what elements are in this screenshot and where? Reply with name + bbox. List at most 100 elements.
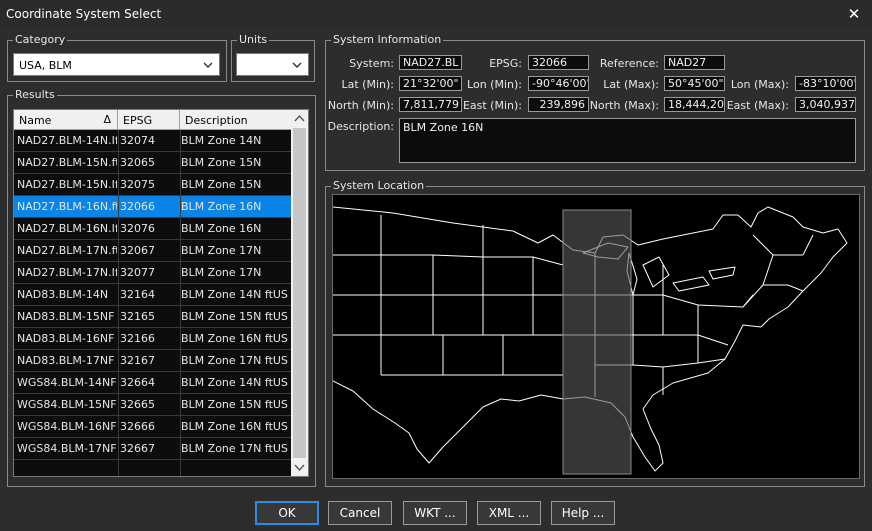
- cell-description: BLM Zone 17N ftUS: [181, 354, 288, 367]
- lat-min-label: Lat (Min):: [341, 78, 395, 91]
- results-rows: NAD27.BLM-14N.Ift 32074 BLM Zone 14N NAD27.…: [14, 130, 292, 460]
- cell-epsg: 32666: [120, 420, 155, 433]
- column-header-description[interactable]: Description: [180, 110, 292, 130]
- cell-description: BLM Zone 15N ftUS: [181, 398, 288, 411]
- help-button[interactable]: Help ...: [551, 501, 615, 525]
- table-row[interactable]: WGS84.BLM-15NF 32665 BLM Zone 15N ftUS: [14, 394, 292, 416]
- category-label: Category: [13, 33, 68, 47]
- cell-name: NAD27.BLM-15N.ft: [17, 156, 117, 169]
- east-min-field: 239,896: [528, 97, 589, 112]
- column-header-name[interactable]: Name Δ: [14, 110, 118, 130]
- units-label: Units: [237, 33, 270, 47]
- cell-description: BLM Zone 17N: [181, 244, 262, 257]
- cell-epsg: 32664: [120, 376, 155, 389]
- system-field: NAD27.BL: [399, 55, 462, 70]
- description-value: BLM Zone 16N: [403, 121, 484, 134]
- cancel-button[interactable]: Cancel: [328, 501, 392, 525]
- column-header-epsg[interactable]: EPSG: [118, 110, 180, 130]
- east-min-label: East (Min):: [462, 99, 522, 112]
- cell-name: NAD27.BLM-17N.Ift: [17, 266, 117, 279]
- table-row[interactable]: WGS84.BLM-16NF 32666 BLM Zone 16N ftUS: [14, 416, 292, 438]
- cell-description: BLM Zone 15N: [181, 156, 262, 169]
- epsg-label: EPSG:: [489, 57, 522, 70]
- cell-name: NAD27.BLM-16N.ft: [17, 200, 117, 213]
- scroll-up-icon[interactable]: [291, 110, 308, 127]
- table-row[interactable]: NAD27.BLM-15N.ft 32065 BLM Zone 15N: [14, 152, 292, 174]
- table-row[interactable]: NAD83.BLM-14N 32164 BLM Zone 14N ftUS: [14, 284, 292, 306]
- cell-name: WGS84.BLM-14NF: [17, 376, 117, 389]
- east-max-field: 3,040,937: [795, 97, 856, 112]
- cell-description: BLM Zone 14N ftUS: [181, 288, 288, 301]
- north-max-field: 18,444,20: [664, 97, 725, 112]
- scroll-down-icon[interactable]: [291, 459, 308, 476]
- cell-name: NAD27.BLM-17N.ft: [17, 244, 117, 257]
- lat-max-label: Lat (Max):: [603, 78, 659, 91]
- cell-description: BLM Zone 17N: [181, 266, 262, 279]
- category-value: USA, BLM: [19, 59, 72, 72]
- cell-description: BLM Zone 15N: [181, 178, 262, 191]
- column-header-description-label: Description: [185, 114, 248, 127]
- results-scrollbar[interactable]: [291, 110, 308, 476]
- table-row[interactable]: NAD83.BLM-15NF 32165 BLM Zone 15N ftUS: [14, 306, 292, 328]
- xml-button[interactable]: XML ...: [477, 501, 541, 525]
- cell-name: NAD83.BLM-16NF: [17, 332, 115, 345]
- north-max-label: North (Max):: [589, 99, 659, 112]
- reference-field: NAD27: [664, 55, 725, 70]
- wkt-button[interactable]: WKT ...: [403, 501, 467, 525]
- table-row[interactable]: NAD27.BLM-16N.ft 32066 BLM Zone 16N: [14, 196, 292, 218]
- cell-name: WGS84.BLM-15NF: [17, 398, 117, 411]
- cell-epsg: 32166: [120, 332, 155, 345]
- table-row[interactable]: NAD83.BLM-16NF 32166 BLM Zone 16N ftUS: [14, 328, 292, 350]
- cell-epsg: 32665: [120, 398, 155, 411]
- cell-epsg: 32067: [120, 244, 155, 257]
- system-information-label: System Information: [331, 33, 444, 47]
- units-select[interactable]: [236, 53, 309, 76]
- chevron-down-icon[interactable]: [288, 56, 306, 74]
- table-row[interactable]: NAD27.BLM-15N.Ift 32075 BLM Zone 15N: [14, 174, 292, 196]
- lat-max-field: 50°45'00": [664, 76, 725, 91]
- column-header-name-label: Name: [19, 114, 52, 127]
- cell-epsg: 32167: [120, 354, 155, 367]
- cell-epsg: 32667: [120, 442, 155, 455]
- description-field: BLM Zone 16N: [399, 118, 856, 163]
- sort-ascending-icon: Δ: [103, 113, 111, 126]
- table-row[interactable]: NAD27.BLM-17N.ft 32067 BLM Zone 17N: [14, 240, 292, 262]
- table-row[interactable]: NAD27.BLM-14N.Ift 32074 BLM Zone 14N: [14, 130, 292, 152]
- cell-epsg: 32065: [120, 156, 155, 169]
- category-select[interactable]: USA, BLM: [13, 53, 220, 76]
- cell-description: BLM Zone 16N: [181, 200, 262, 213]
- scrollbar-thumb[interactable]: [293, 128, 306, 458]
- cell-name: WGS84.BLM-16NF: [17, 420, 117, 433]
- cell-epsg: 32077: [120, 266, 155, 279]
- cell-name: NAD83.BLM-15NF: [17, 310, 115, 323]
- system-location-label: System Location: [331, 179, 427, 193]
- north-min-label: North (Min):: [327, 99, 394, 112]
- description-label: Description:: [327, 120, 394, 133]
- cell-name: NAD83.BLM-14N: [17, 288, 109, 301]
- cell-epsg: 32165: [120, 310, 155, 323]
- column-divider: [118, 130, 119, 476]
- window-title: Coordinate System Select: [6, 7, 162, 21]
- chevron-down-icon[interactable]: [199, 56, 217, 74]
- table-row[interactable]: WGS84.BLM-17NF 32667 BLM Zone 17N ftUS: [14, 438, 292, 460]
- location-map[interactable]: [332, 194, 860, 479]
- cell-description: BLM Zone 15N ftUS: [181, 310, 288, 323]
- results-list[interactable]: Name Δ EPSG Description NAD27.BLM-14N.If…: [13, 109, 309, 477]
- cell-description: BLM Zone 14N: [181, 134, 262, 147]
- zone-highlight: [562, 209, 632, 475]
- cell-description: BLM Zone 16N ftUS: [181, 420, 288, 433]
- table-row[interactable]: NAD83.BLM-17NF 32167 BLM Zone 17N ftUS: [14, 350, 292, 372]
- close-icon[interactable]: ✕: [844, 4, 864, 24]
- cell-description: BLM Zone 16N: [181, 222, 262, 235]
- cell-epsg: 32076: [120, 222, 155, 235]
- cell-epsg: 32075: [120, 178, 155, 191]
- ok-button[interactable]: OK: [255, 501, 319, 525]
- cell-name: NAD83.BLM-17NF: [17, 354, 115, 367]
- cell-epsg: 32074: [120, 134, 155, 147]
- us-map-graphic: [332, 206, 848, 475]
- table-row[interactable]: NAD27.BLM-17N.Ift 32077 BLM Zone 17N: [14, 262, 292, 284]
- table-row[interactable]: NAD27.BLM-16N.Ift 32076 BLM Zone 16N: [14, 218, 292, 240]
- east-max-label: East (Max):: [726, 99, 789, 112]
- cell-name: WGS84.BLM-17NF: [17, 442, 117, 455]
- table-row[interactable]: WGS84.BLM-14NF 32664 BLM Zone 14N ftUS: [14, 372, 292, 394]
